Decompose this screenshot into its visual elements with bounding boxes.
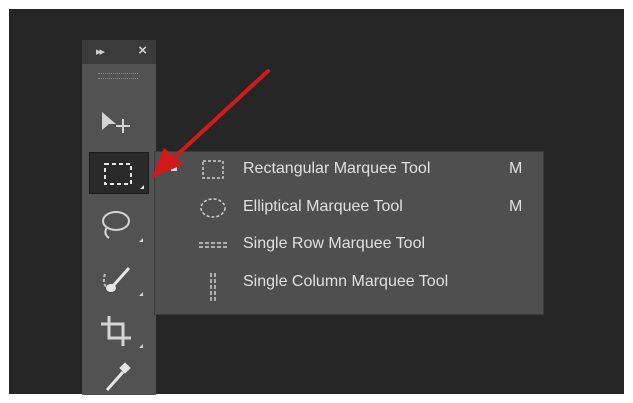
red-pointer-arrow [152, 69, 270, 178]
arrow-shaft [175, 69, 270, 157]
